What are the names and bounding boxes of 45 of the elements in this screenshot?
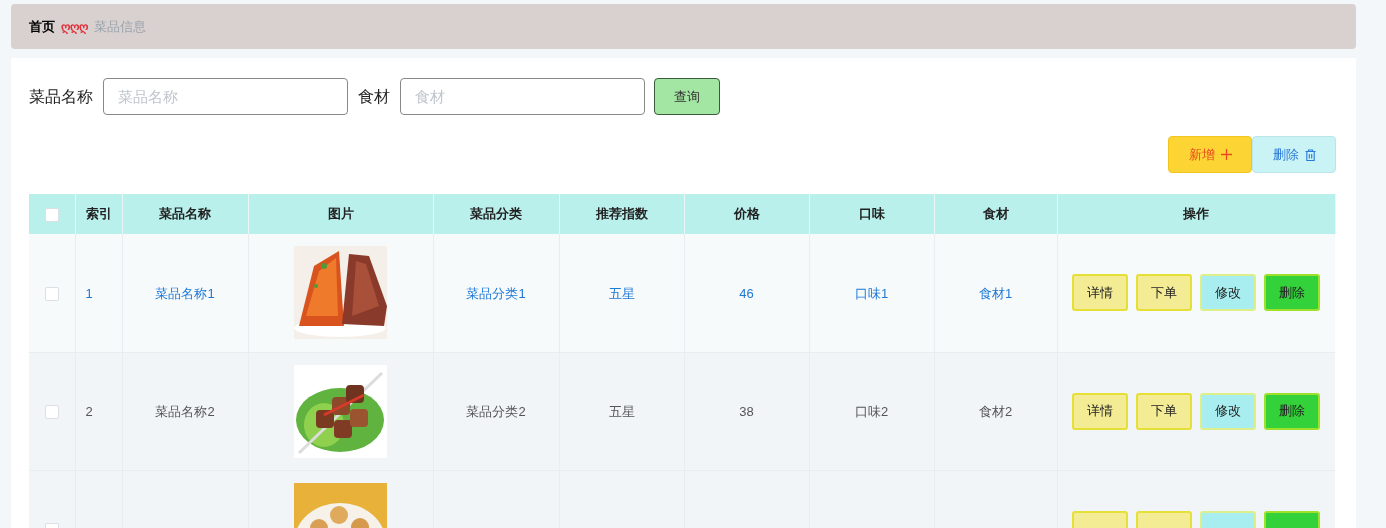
order-button[interactable]: 下单	[1136, 392, 1193, 430]
input-field[interactable]: 菜品名称	[103, 78, 348, 115]
details-button[interactable]: 详情	[1072, 392, 1129, 430]
column-header: 索引	[85, 206, 112, 222]
table-cell: 菜品分类1	[466, 285, 526, 301]
breadcrumb-current: 菜品信息	[94, 17, 146, 36]
column-header: 口味	[858, 206, 885, 222]
table-cell: 2	[85, 404, 93, 419]
table-cell: 口味1	[854, 285, 889, 301]
breadcrumb-home[interactable]: 首页	[29, 16, 55, 37]
table-cell: 食材1	[978, 285, 1013, 301]
delete-button[interactable]: 删除	[1252, 136, 1336, 173]
table-cell: 食材2	[978, 404, 1013, 419]
plus-icon	[1220, 149, 1232, 160]
trash-icon	[1304, 148, 1316, 161]
checkbox[interactable]	[44, 286, 59, 301]
column-header: 图片	[327, 206, 354, 222]
delete-button[interactable]: 删除	[1264, 392, 1321, 430]
column-header: 菜品名称	[159, 206, 211, 222]
edit-button[interactable]: 修改	[1200, 274, 1257, 312]
field-label: 菜品名称	[29, 86, 93, 107]
checkbox[interactable]	[44, 207, 59, 222]
column-header: 食材	[982, 206, 1009, 222]
table-cell: 五星	[608, 285, 635, 301]
column-header: 菜品分类	[470, 206, 522, 222]
delete-button[interactable]: 删除	[1264, 274, 1321, 312]
details-button[interactable]: 详情	[1072, 274, 1129, 312]
column-header: 价格	[733, 206, 760, 222]
table-cell: 46	[739, 285, 754, 301]
table-cell: 菜品名称2	[155, 404, 215, 419]
breadcrumb-separator: ღღღ	[61, 18, 88, 36]
table-cell: 38	[739, 404, 754, 419]
column-header: 操作	[1183, 206, 1209, 222]
field-label: 食材	[358, 86, 390, 107]
table-cell: 五星	[608, 404, 635, 419]
order-button[interactable]: 下单	[1136, 274, 1193, 312]
table-cell: 菜品名称1	[155, 285, 215, 301]
column-header: 推荐指数	[595, 206, 648, 222]
search-button[interactable]: 查询	[654, 78, 720, 115]
input-field[interactable]: 食材	[400, 78, 645, 115]
edit-button[interactable]: 修改	[1200, 392, 1257, 430]
table-cell: 口味2	[854, 404, 889, 419]
checkbox[interactable]	[44, 404, 59, 419]
table-cell: 1	[85, 285, 93, 301]
table-cell: 菜品分类2	[466, 404, 526, 419]
